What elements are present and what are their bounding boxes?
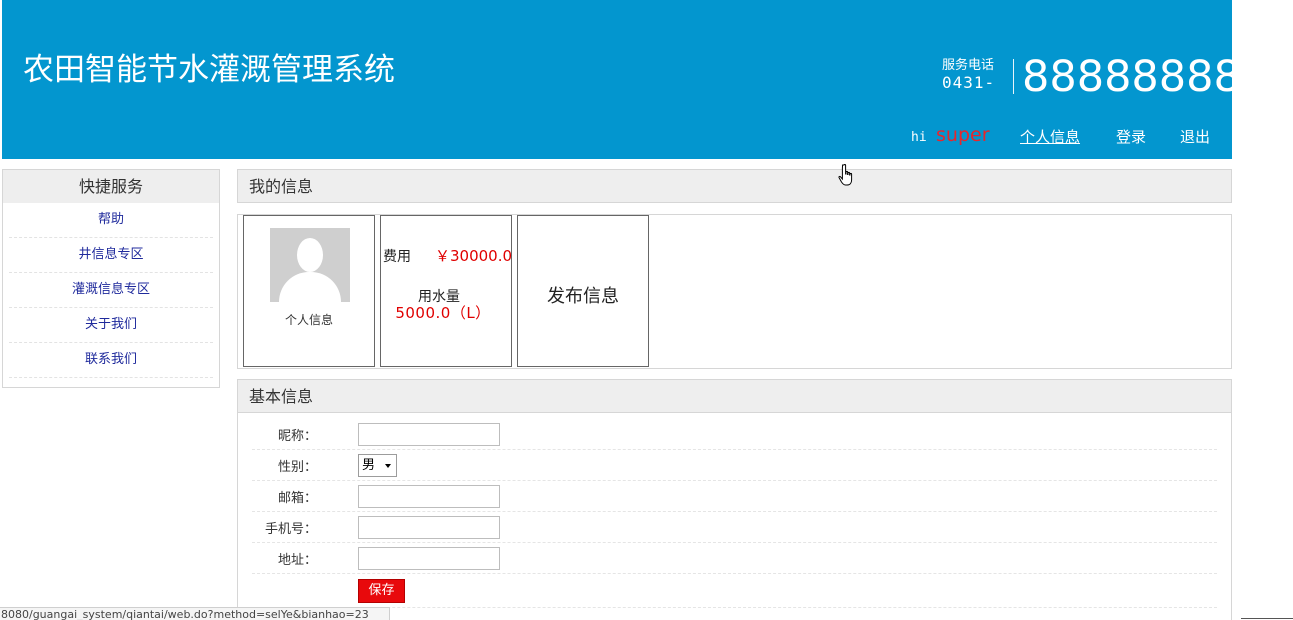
form-row-email: 邮箱：	[252, 481, 1217, 512]
chevron-down-icon	[385, 464, 391, 468]
sidebar-item-well-info[interactable]: 井信息专区	[9, 238, 213, 273]
fee-value: ￥30000.0	[435, 247, 513, 265]
nav-login-link[interactable]: 登录	[1116, 126, 1146, 150]
basic-info-header: 基本信息	[237, 379, 1232, 413]
nickname-input[interactable]	[358, 423, 500, 446]
my-info-header: 我的信息	[237, 169, 1232, 203]
publish-label: 发布信息	[547, 286, 619, 307]
email-label: 邮箱：	[277, 491, 317, 506]
phone-label: 手机号：	[264, 522, 317, 537]
usage-card: 费用 ￥30000.0 用水量 5000.0（L）	[380, 215, 512, 367]
site-title: 农田智能节水灌溉管理系统	[23, 52, 395, 88]
water-usage-value: 5000.0（L）	[395, 304, 491, 322]
profile-card[interactable]: 个人信息	[243, 215, 375, 367]
phone-input[interactable]	[358, 516, 500, 539]
username: super	[936, 124, 990, 146]
gender-select[interactable]: 男	[358, 454, 397, 477]
hand-pointer-cursor-icon	[838, 164, 853, 186]
phone-number: 88888888	[1022, 52, 1241, 102]
gender-label: 性别：	[277, 460, 317, 475]
greeting: hi	[911, 130, 927, 145]
sidebar-item-about-us[interactable]: 关于我们	[9, 308, 213, 343]
email-input[interactable]	[358, 485, 500, 508]
status-bar-url: 8080/guangai_system/qiantai/web.do?metho…	[0, 607, 390, 620]
my-info-panel: 个人信息 费用 ￥30000.0 用水量 5000.0（L） 发布信息	[237, 214, 1232, 369]
fee-label: 费用	[383, 249, 411, 265]
gender-selected-value: 男	[362, 458, 376, 473]
form-row-address: 地址：	[252, 543, 1217, 574]
sidebar-item-help[interactable]: 帮助	[9, 203, 213, 238]
basic-info-form: 昵称： 性别： 男 邮箱： 手机号： 地址： 保存	[237, 413, 1232, 620]
sidebar-item-irrigation-info[interactable]: 灌溉信息专区	[9, 273, 213, 308]
address-input[interactable]	[358, 547, 500, 570]
nickname-label: 昵称：	[277, 429, 317, 444]
phone-prefix: 0431-	[942, 73, 996, 92]
form-row-phone: 手机号：	[252, 512, 1217, 543]
sidebar-quick-services: 快捷服务 帮助 井信息专区 灌溉信息专区 关于我们 联系我们	[2, 169, 220, 388]
form-row-nickname: 昵称：	[252, 419, 1217, 450]
phone-divider	[1013, 59, 1014, 94]
save-button[interactable]: 保存	[358, 579, 405, 603]
sidebar-title: 快捷服务	[3, 170, 219, 203]
nav-profile-link[interactable]: 个人信息	[1020, 126, 1080, 150]
address-label: 地址：	[277, 553, 317, 568]
scrollbar-stub	[1241, 618, 1293, 619]
sidebar-item-contact-us[interactable]: 联系我们	[9, 343, 213, 378]
phone-label-text: 服务电话	[942, 58, 995, 73]
form-row-gender: 性别： 男	[252, 450, 1217, 481]
nav-logout-link[interactable]: 退出	[1180, 126, 1210, 150]
header-banner: 农田智能节水灌溉管理系统 服务电话 0431- 88888888 hi supe…	[2, 0, 1241, 159]
publish-card[interactable]: 发布信息	[517, 215, 649, 367]
service-phone-label: 服务电话 0431-	[942, 57, 995, 91]
profile-card-label: 个人信息	[284, 313, 333, 327]
avatar	[270, 228, 350, 302]
